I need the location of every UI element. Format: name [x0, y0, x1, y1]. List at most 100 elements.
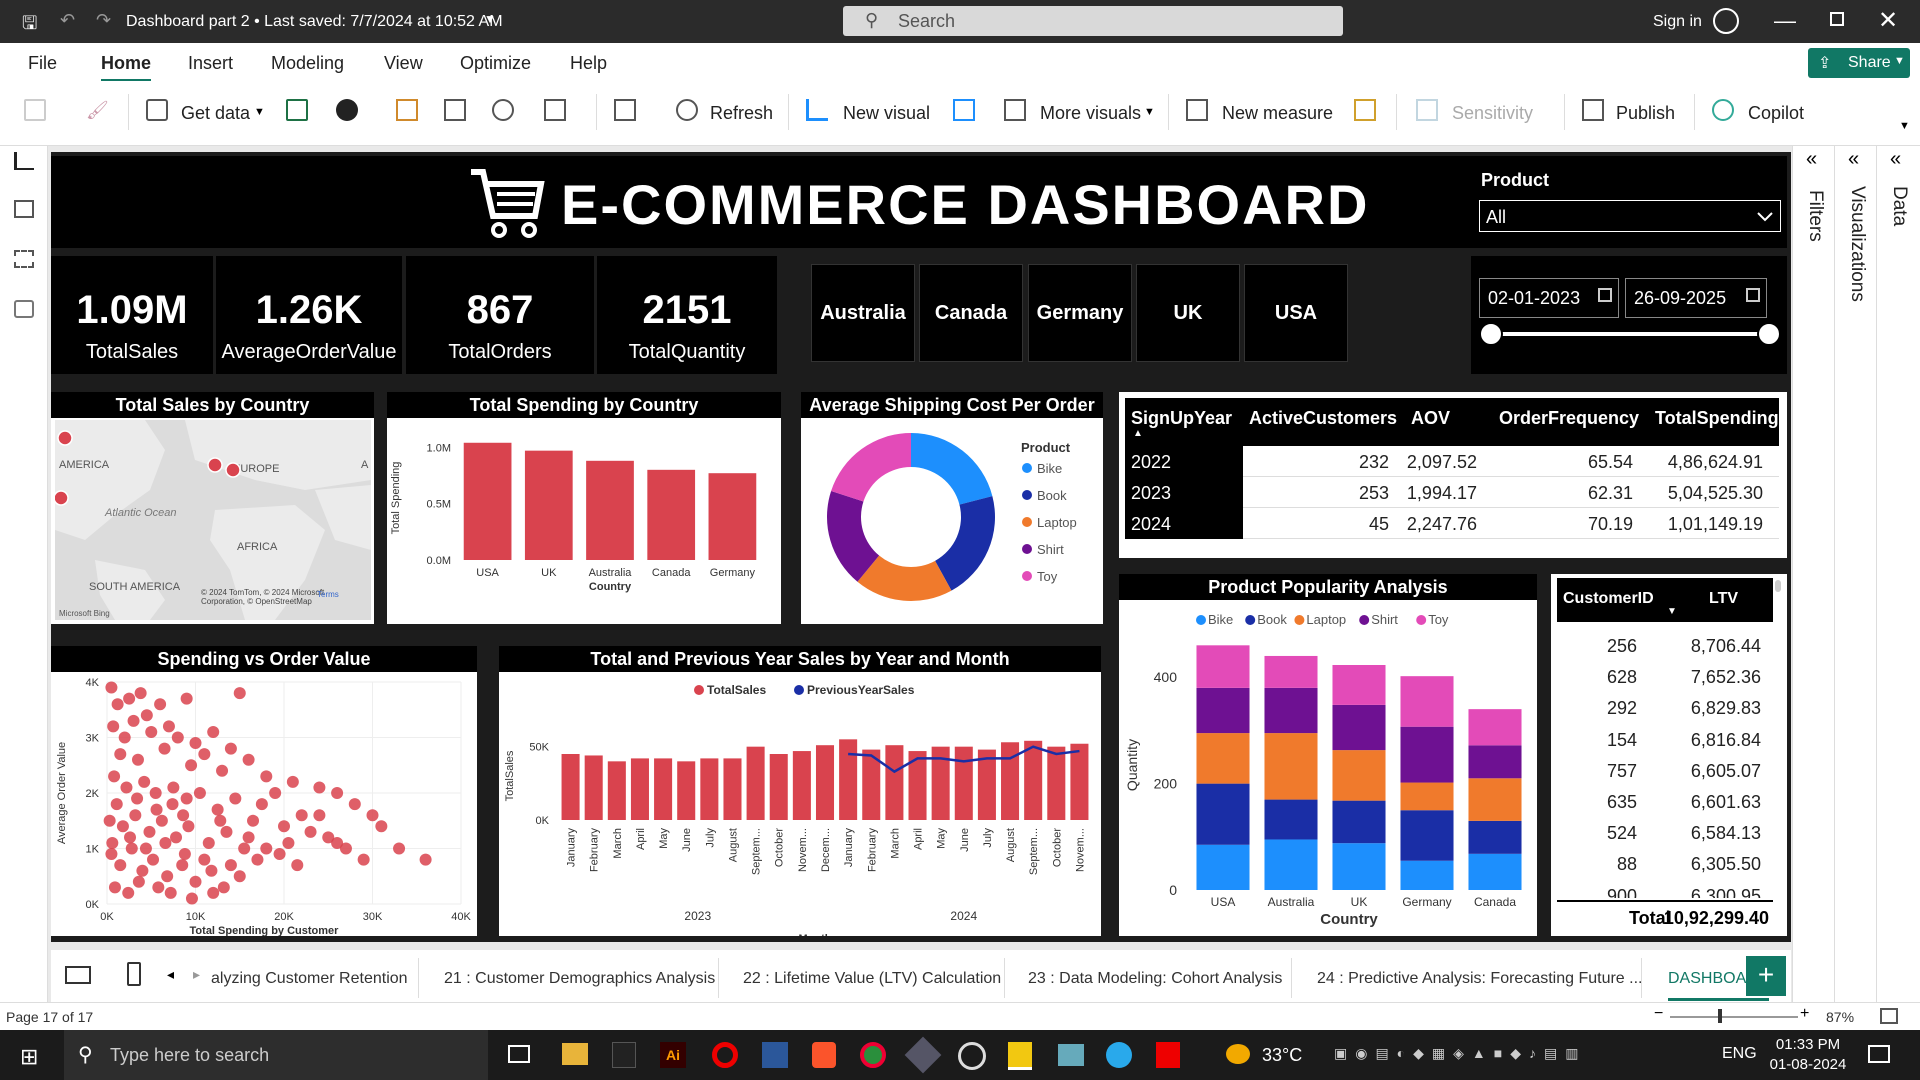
- sensitivity-button[interactable]: Sensitivity: [1452, 103, 1533, 124]
- zoom-in-icon[interactable]: +: [1800, 1005, 1809, 1023]
- bar[interactable]: [1070, 743, 1089, 820]
- bar[interactable]: [723, 758, 742, 820]
- popularity-stacked-chart[interactable]: Bike Book Laptop Shirt Toy 0 200 400 Quantity USA…: [1119, 600, 1537, 936]
- chevron-down-icon[interactable]: ▼: [484, 12, 496, 26]
- chevron-down-icon[interactable]: ▼: [1144, 106, 1155, 118]
- scatter-point[interactable]: [120, 781, 133, 794]
- scatter-point[interactable]: [233, 870, 246, 883]
- menu-modeling[interactable]: Modeling: [271, 53, 344, 74]
- scatter-point[interactable]: [110, 798, 123, 811]
- table-icon[interactable]: [444, 99, 466, 121]
- new-visual-button[interactable]: New visual: [843, 103, 930, 124]
- column-header[interactable]: SignUpYear: [1131, 408, 1232, 429]
- stacked-bar-segment[interactable]: [1400, 726, 1454, 783]
- bar[interactable]: [839, 739, 858, 820]
- scatter-point[interactable]: [116, 820, 129, 833]
- epic-games-icon[interactable]: [612, 1042, 636, 1068]
- refresh-button[interactable]: Refresh: [710, 103, 773, 124]
- scatter-point[interactable]: [147, 853, 160, 866]
- scatter-point[interactable]: [131, 792, 144, 805]
- task-view-icon[interactable]: [508, 1045, 530, 1063]
- new-measure-button[interactable]: New measure: [1222, 103, 1333, 124]
- scatter-point[interactable]: [185, 759, 198, 772]
- table-row[interactable]: 628 7,652.36: [1557, 661, 1773, 692]
- bar[interactable]: [769, 754, 788, 820]
- scatter-point[interactable]: [205, 864, 218, 877]
- bar[interactable]: [700, 758, 719, 820]
- legend-marker[interactable]: [1022, 544, 1032, 554]
- scatter-point[interactable]: [348, 798, 361, 811]
- scatter-point[interactable]: [185, 892, 198, 905]
- scatter-point[interactable]: [136, 864, 149, 877]
- scatter-point[interactable]: [247, 814, 260, 827]
- scatter-point[interactable]: [150, 803, 163, 816]
- menu-insert[interactable]: Insert: [188, 53, 233, 74]
- table-row[interactable]: 2022 232 2,097.52 65.54 4,86,624.91: [1125, 446, 1779, 477]
- stacked-bar-segment[interactable]: [1196, 783, 1250, 845]
- scatter-point[interactable]: [304, 825, 317, 838]
- scatter-point[interactable]: [131, 753, 144, 766]
- stacked-bar-segment[interactable]: [1332, 843, 1386, 890]
- legend-marker[interactable]: [1022, 490, 1032, 500]
- model-view-icon[interactable]: [14, 250, 34, 268]
- quick-measure-icon[interactable]: [1354, 99, 1376, 121]
- stacked-bar-segment[interactable]: [1264, 655, 1318, 688]
- country-button-usa[interactable]: USA: [1244, 264, 1348, 362]
- scatter-point[interactable]: [107, 720, 120, 733]
- menu-help[interactable]: Help: [570, 53, 607, 74]
- collapse-ribbon-icon[interactable]: ▼: [1899, 120, 1910, 132]
- scatter-point[interactable]: [162, 720, 175, 733]
- bar[interactable]: [1024, 740, 1043, 820]
- legend-marker[interactable]: [1245, 615, 1256, 625]
- expand-visualizations-icon[interactable]: «: [1848, 148, 1859, 171]
- next-page-icon[interactable]: ▸: [193, 966, 200, 983]
- scatter-point[interactable]: [154, 698, 167, 711]
- scatter-point[interactable]: [138, 775, 151, 788]
- scatter-point[interactable]: [105, 681, 118, 694]
- scatter-point[interactable]: [202, 836, 215, 849]
- scatter-point[interactable]: [313, 809, 326, 822]
- scatter-point[interactable]: [282, 836, 295, 849]
- more-visuals-button[interactable]: More visuals: [1040, 103, 1141, 124]
- scatter-point[interactable]: [167, 781, 180, 794]
- text-box-icon[interactable]: [953, 99, 975, 121]
- signin-link[interactable]: Sign in: [1653, 13, 1702, 31]
- scatter-point[interactable]: [164, 886, 177, 899]
- notifications-icon[interactable]: [1868, 1045, 1890, 1063]
- bar[interactable]: [524, 450, 573, 560]
- save-icon[interactable]: 🖫: [22, 11, 37, 41]
- chevron-down-icon[interactable]: ▼: [254, 106, 265, 118]
- bar[interactable]: [792, 751, 811, 820]
- recent-sources-icon[interactable]: [544, 99, 566, 121]
- table-row[interactable]: 757 6,605.07: [1557, 755, 1773, 786]
- stacked-bar-segment[interactable]: [1468, 709, 1522, 746]
- scatter-point[interactable]: [123, 692, 136, 705]
- bar[interactable]: [708, 473, 757, 560]
- scatter-point[interactable]: [273, 848, 286, 861]
- table-row[interactable]: 2024 45 2,247.76 70.19 1,01,149.19: [1125, 508, 1779, 539]
- avatar[interactable]: [1713, 8, 1739, 34]
- calendar-icon[interactable]: [1746, 288, 1760, 302]
- scatter-chart[interactable]: 0K 1K 2K 3K 4K 0K 10K 20K 30K 40K Average Order Va…: [51, 672, 477, 936]
- scatter-point[interactable]: [331, 787, 344, 799]
- scatter-point[interactable]: [269, 787, 282, 799]
- format-painter-icon[interactable]: 🖌: [86, 100, 109, 121]
- table-row[interactable]: 154 6,816.84: [1557, 724, 1773, 755]
- scatter-point[interactable]: [189, 737, 202, 750]
- stacked-bar-segment[interactable]: [1196, 645, 1250, 688]
- bar[interactable]: [746, 746, 765, 820]
- add-page-button[interactable]: +: [1746, 956, 1786, 996]
- windows-start-icon[interactable]: ⊞: [20, 1044, 38, 1070]
- stacked-bar-segment[interactable]: [1468, 820, 1522, 854]
- legend-marker[interactable]: [1022, 517, 1032, 527]
- transform-icon[interactable]: [614, 99, 636, 121]
- table-view-icon[interactable]: [14, 200, 34, 218]
- spending-chart[interactable]: 0.0M 0.5M 1.0M Total Spending USA UK Australia…: [387, 418, 781, 624]
- table-row[interactable]: 900 6,300.95: [1557, 880, 1773, 898]
- menu-view[interactable]: View: [384, 53, 423, 74]
- chrome-icon[interactable]: [860, 1042, 886, 1068]
- scatter-point[interactable]: [217, 881, 230, 894]
- zoom-out-icon[interactable]: −: [1654, 1005, 1663, 1023]
- stacked-bar-segment[interactable]: [1196, 733, 1250, 784]
- scatter-point[interactable]: [103, 814, 116, 827]
